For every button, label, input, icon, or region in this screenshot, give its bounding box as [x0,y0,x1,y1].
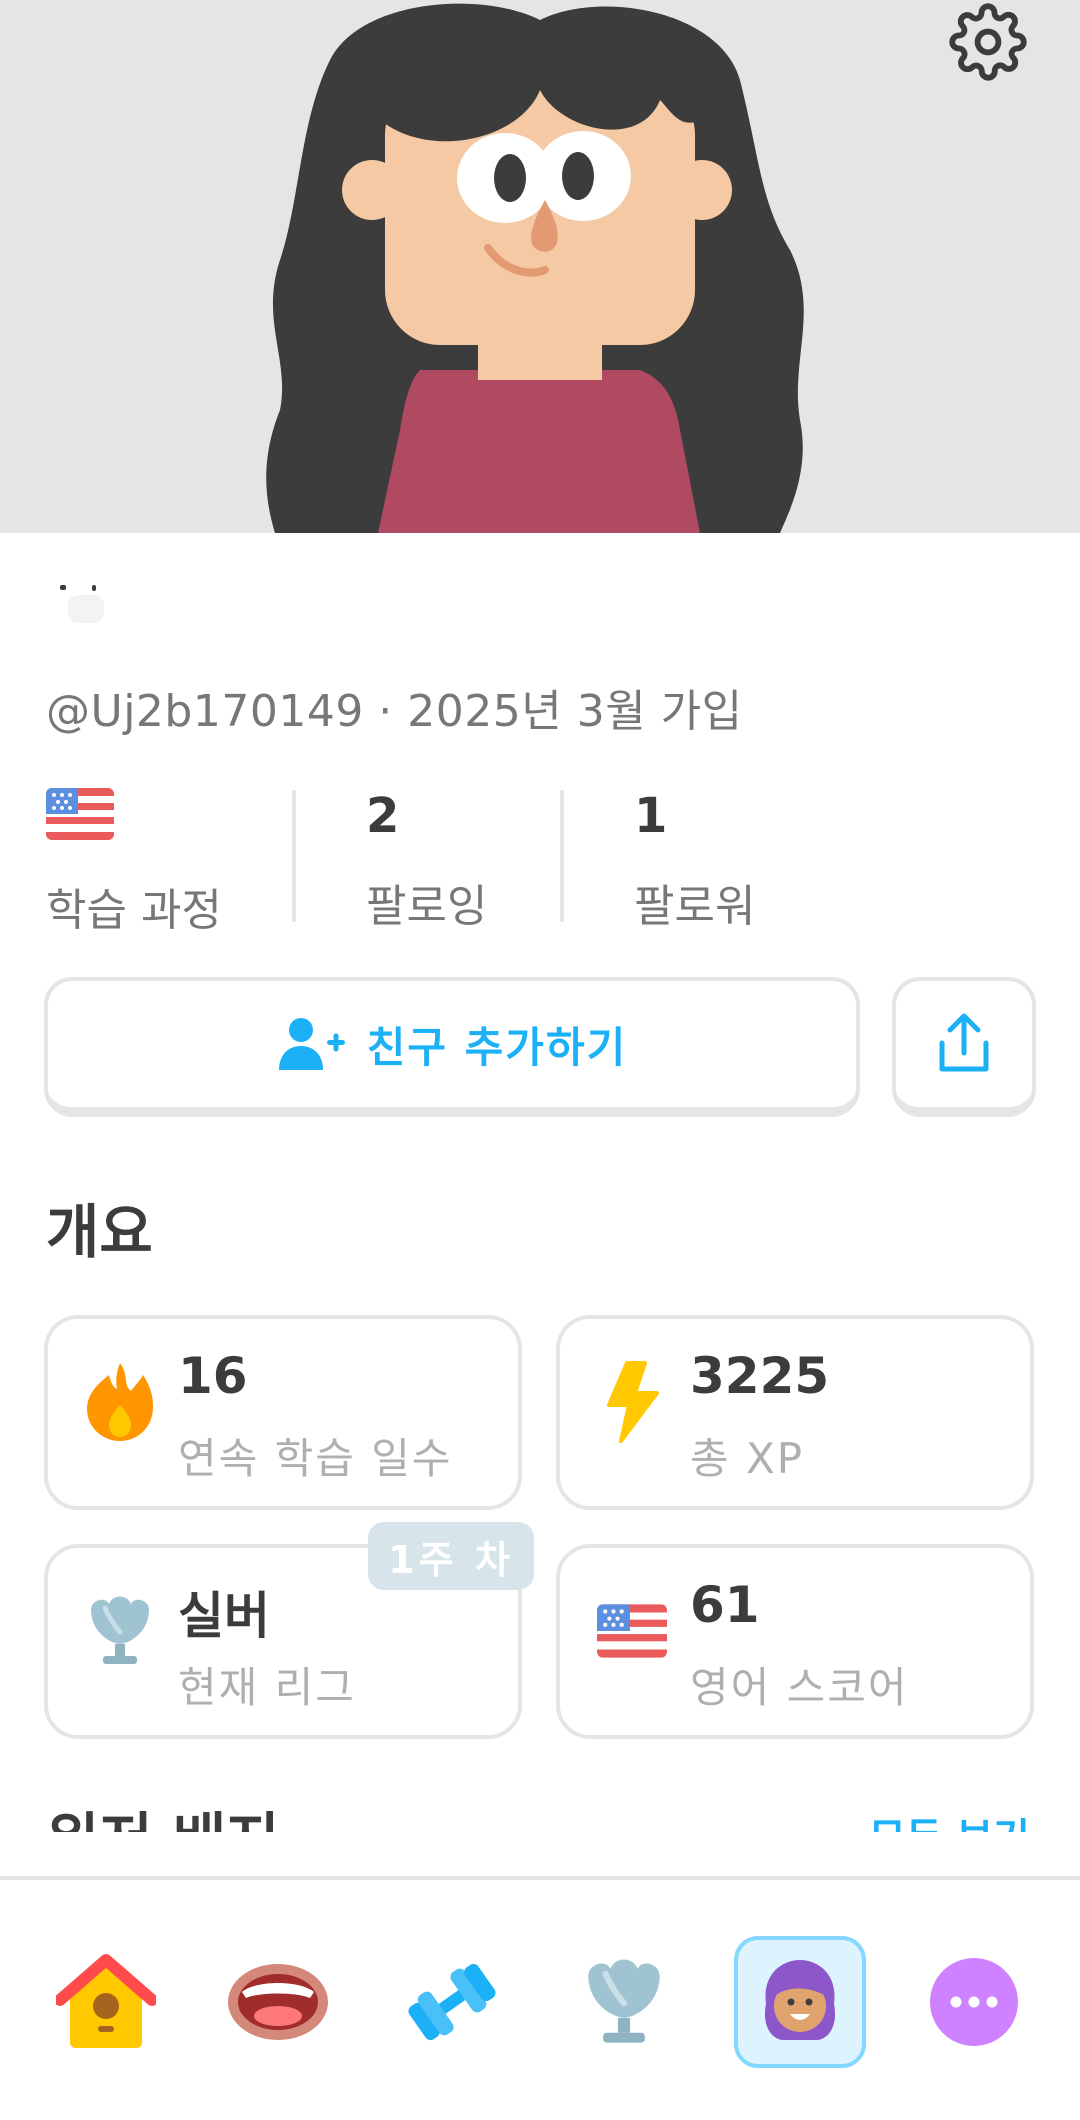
profile-avatar-banner [0,0,1080,533]
view-all-link[interactable]: 모두 보기 [869,1818,1030,1832]
following-count: 2 [366,788,400,844]
score-label: 영어 스코어 [690,1663,909,1712]
score-card[interactable]: 61 영어 스코어 [556,1544,1034,1739]
overview-title: 개요 [46,1198,153,1266]
add-friend-label: 친구 추가하기 [366,1022,628,1072]
xp-card[interactable]: 3225 총 XP [556,1315,1034,1510]
league-week-badge: 1주 차 [368,1522,534,1590]
tab-practice[interactable] [386,1936,518,2068]
badges-section-title: 위저 배지 [46,1800,280,1832]
share-icon [939,1013,989,1072]
us-flag-icon [594,1588,670,1674]
following-label: 팔로잉 [366,881,488,932]
tab-home[interactable] [40,1936,172,2068]
add-user-icon [278,1018,345,1070]
display-name [46,575,126,635]
tab-more[interactable] [908,1936,1040,2068]
following-stat[interactable]: 2 팔로잉 [366,784,487,934]
fire-icon [82,1359,158,1445]
stats-divider [560,790,564,922]
share-button[interactable] [892,977,1036,1117]
followers-stat[interactable]: 1 팔로워 [634,784,755,934]
username-joined-date: @Uj2b170149 · 2025년 3월 가입 [46,686,743,737]
avatar-icon [764,1960,836,2040]
followers-count: 1 [634,788,668,844]
streak-value: 16 [178,1347,248,1405]
gear-icon [949,3,1027,81]
league-value: 실버 [178,1587,270,1645]
tab-speaking[interactable] [212,1936,344,2068]
settings-button[interactable] [948,2,1028,82]
us-flag-icon [46,788,114,840]
xp-value: 3225 [690,1347,830,1405]
home-icon [56,1954,156,2048]
more-icon [930,1958,1018,2046]
avatar-illustration [266,3,804,533]
stats-divider [292,790,296,922]
dumbbell-icon [408,1963,496,2041]
trophy-icon [588,1959,660,2043]
streak-card[interactable]: 16 연속 학습 일수 [44,1315,522,1510]
streak-label: 연속 학습 일수 [178,1434,453,1483]
tab-leaderboard[interactable] [558,1936,690,2068]
lightning-icon [594,1359,670,1445]
mouth-icon [228,1964,328,2040]
silver-trophy-icon [82,1588,158,1674]
league-label: 현재 리그 [178,1663,356,1712]
course-label: 학습 과정 [46,885,222,936]
tab-profile[interactable] [734,1936,866,2068]
bottom-tab-bar [0,1876,1080,2120]
add-friend-button[interactable]: 친구 추가하기 [44,977,860,1117]
followers-label: 팔로워 [634,881,756,932]
xp-label: 총 XP [690,1434,805,1483]
profile-stats: 학습 과정 2 팔로잉 1 팔로워 [46,784,1046,936]
course-stat[interactable]: 학습 과정 [46,784,222,936]
score-value: 61 [690,1576,760,1634]
